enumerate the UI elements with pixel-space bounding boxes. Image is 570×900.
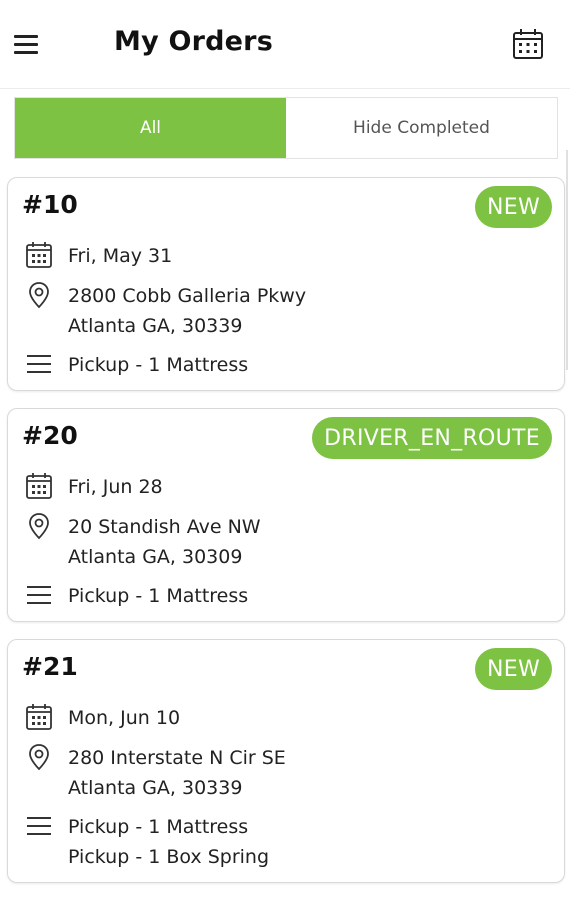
calendar-icon <box>24 240 54 274</box>
order-id: #10 <box>22 190 78 219</box>
order-card[interactable]: #21 NEW Mon, Jun 10 280 Interstate N Cir… <box>7 639 565 883</box>
order-id: #21 <box>22 652 78 681</box>
status-badge: NEW <box>474 186 552 228</box>
hamburger-menu-icon[interactable] <box>12 32 40 56</box>
list-icon <box>24 812 54 846</box>
tab-hide-completed[interactable]: Hide Completed <box>286 98 557 158</box>
calendar-icon[interactable] <box>510 26 546 62</box>
filter-tabs: All Hide Completed <box>14 97 558 159</box>
calendar-icon <box>24 471 54 505</box>
order-item: Pickup - 1 Mattress <box>68 585 249 607</box>
scrollbar[interactable] <box>566 150 568 370</box>
order-date: Mon, Jun 10 <box>68 707 181 729</box>
order-date: Fri, May 31 <box>68 245 173 267</box>
tab-all[interactable]: All <box>15 98 286 158</box>
address-line-2: Atlanta GA, 30339 <box>68 777 243 799</box>
list-icon <box>24 350 54 384</box>
location-pin-icon <box>24 280 54 314</box>
app-header: My Orders <box>0 0 570 89</box>
calendar-icon <box>24 702 54 736</box>
order-date: Fri, Jun 28 <box>68 476 163 498</box>
order-card[interactable]: #10 NEW Fri, May 31 2800 Cobb Galleria P… <box>7 177 565 391</box>
address-line-2: Atlanta GA, 30339 <box>68 315 243 337</box>
address-line-1: 2800 Cobb Galleria Pkwy <box>68 285 307 307</box>
status-badge: DRIVER_EN_ROUTE <box>312 417 552 459</box>
status-badge: NEW <box>474 648 552 690</box>
page-title: My Orders <box>114 26 273 57</box>
order-item: Pickup - 1 Box Spring <box>68 846 270 868</box>
address-line-1: 20 Standish Ave NW <box>68 516 261 538</box>
order-id: #20 <box>22 421 78 450</box>
address-line-2: Atlanta GA, 30309 <box>68 546 243 568</box>
order-card[interactable]: #20 DRIVER_EN_ROUTE Fri, Jun 28 20 Stand… <box>7 408 565 622</box>
order-item: Pickup - 1 Mattress <box>68 354 249 376</box>
list-icon <box>24 581 54 615</box>
address-line-1: 280 Interstate N Cir SE <box>68 747 286 769</box>
location-pin-icon <box>24 511 54 545</box>
order-item: Pickup - 1 Mattress <box>68 816 249 838</box>
location-pin-icon <box>24 742 54 776</box>
